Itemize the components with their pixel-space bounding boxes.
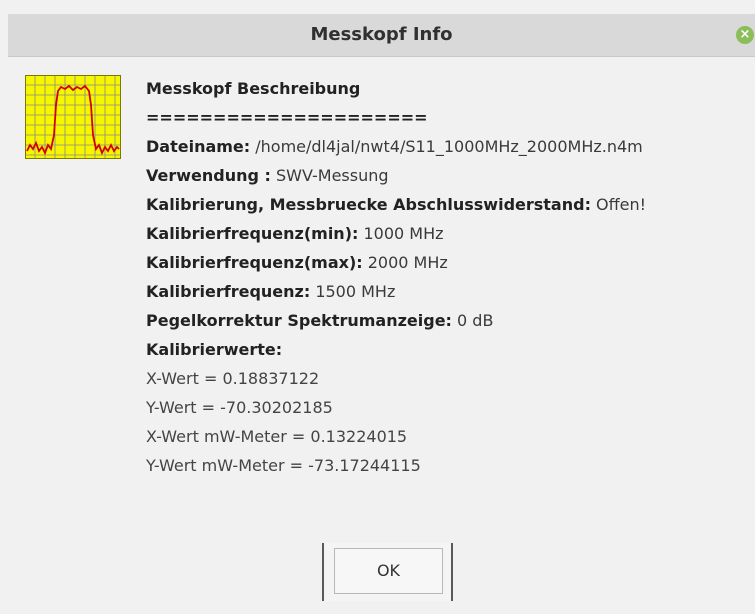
dialog-title: Messkopf Info: [310, 24, 453, 45]
freq-min-row: Kalibrierfrequenz(min): 1000 MHz: [146, 223, 752, 252]
separator-line: =====================: [146, 108, 428, 127]
kalibrierung-label: Kalibrierung, Messbruecke Abschlusswider…: [146, 195, 591, 214]
kalibrierwerte-label: Kalibrierwerte:: [146, 340, 283, 359]
ok-button-label[interactable]: OK: [334, 548, 443, 594]
freq-max-label: Kalibrierfrequenz(max):: [146, 253, 363, 272]
kalibrierung-value: Offen!: [590, 195, 647, 214]
freq-max-value: 2000 MHz: [362, 253, 448, 272]
messkopf-description: Messkopf Beschreibung ==================…: [146, 78, 752, 484]
close-icon[interactable]: ×: [736, 26, 754, 44]
freq-row: Kalibrierfrequenz: 1500 MHz: [146, 281, 752, 310]
pegel-value: 0 dB: [451, 311, 494, 330]
dateiname-label: Dateiname:: [146, 137, 251, 156]
kalibrierung-row: Kalibrierung, Messbruecke Abschlusswider…: [146, 194, 752, 223]
freq-min-label: Kalibrierfrequenz(min):: [146, 224, 359, 243]
messkopf-info-dialog: Messkopf Info × Messkopf Beschreibung ==…: [0, 0, 755, 614]
pegel-label: Pegelkorrektur Spektrumanzeige:: [146, 311, 452, 330]
verwendung-label: Verwendung :: [146, 166, 271, 185]
y-wert-row: Y-Wert = -70.30202185: [146, 398, 333, 417]
freq-value: 1500 MHz: [310, 282, 396, 301]
verwendung-value: SWV-Messung: [270, 166, 389, 185]
dateiname-row: Dateiname: /home/dl4jal/nwt4/S11_1000MHz…: [146, 136, 752, 165]
x-wert-row: X-Wert = 0.18837122: [146, 369, 320, 388]
pegel-row: Pegelkorrektur Spektrumanzeige: 0 dB: [146, 310, 752, 339]
ok-button[interactable]: OK: [322, 543, 453, 601]
frequency-plot-icon: [25, 75, 121, 159]
freq-min-value: 1000 MHz: [358, 224, 444, 243]
dateiname-value: /home/dl4jal/nwt4/S11_1000MHz_2000MHz.n4…: [250, 137, 643, 156]
kalibrierwerte-row: Kalibrierwerte:: [146, 339, 752, 368]
freq-max-row: Kalibrierfrequenz(max): 2000 MHz: [146, 252, 752, 281]
title-bar[interactable]: Messkopf Info ×: [8, 14, 755, 57]
x-wert-mw-row: X-Wert mW-Meter = 0.13224015: [146, 427, 408, 446]
y-wert-mw-row: Y-Wert mW-Meter = -73.17244115: [146, 456, 421, 475]
freq-label: Kalibrierfrequenz:: [146, 282, 311, 301]
description-heading: Messkopf Beschreibung: [146, 79, 361, 98]
verwendung-row: Verwendung : SWV-Messung: [146, 165, 752, 194]
